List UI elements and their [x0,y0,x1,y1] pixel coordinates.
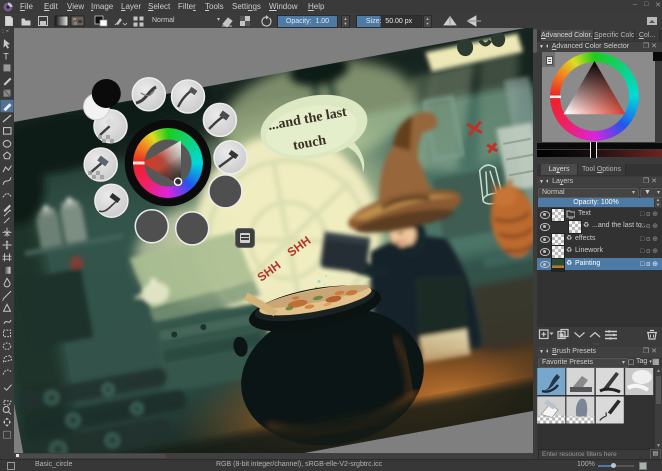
svg-text:T: T [3,52,9,62]
